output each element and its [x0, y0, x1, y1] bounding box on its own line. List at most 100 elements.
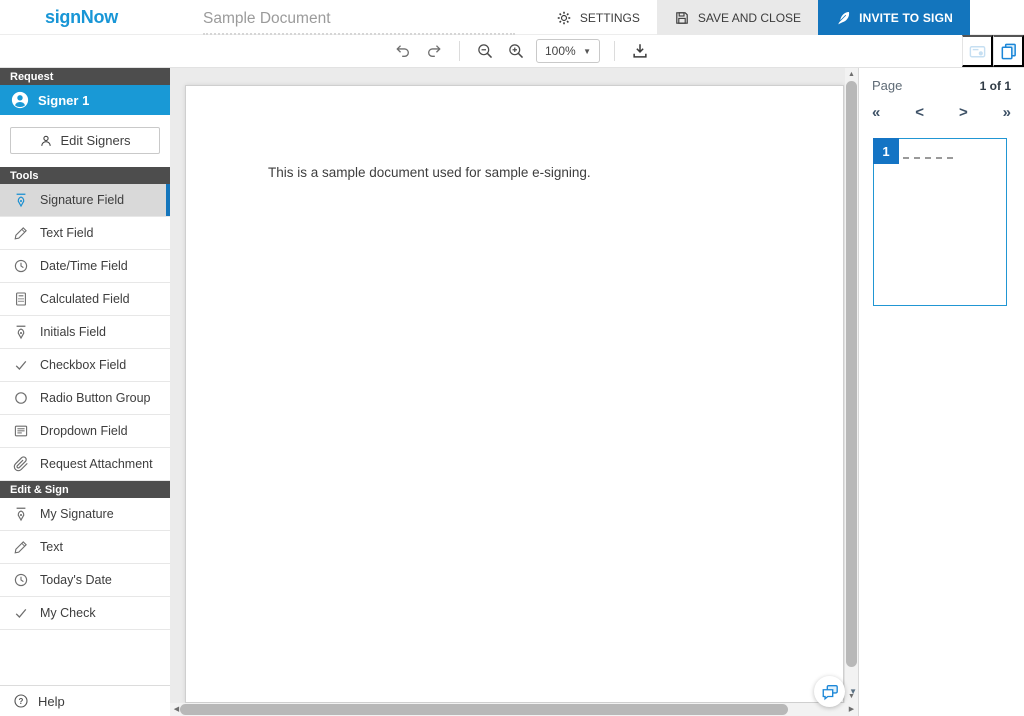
invite-to-sign-label: INVITE TO SIGN	[859, 11, 953, 25]
page-label: Page	[872, 78, 902, 93]
download-button[interactable]	[629, 40, 651, 62]
tools-sidebar: Request Signer 1 Edit Signers Tools Sign…	[0, 68, 170, 716]
tool-item-label: Request Attachment	[40, 457, 153, 471]
chat-icon	[821, 683, 839, 701]
tool-item-label: Text	[40, 540, 63, 554]
tool-item-checkbox-field[interactable]: Checkbox Field	[0, 349, 170, 382]
help-button[interactable]: ? Help	[0, 685, 170, 716]
tool-item-label: My Check	[40, 606, 96, 620]
signer-1-item[interactable]: Signer 1	[0, 85, 170, 115]
save-and-close-label: SAVE AND CLOSE	[698, 11, 801, 25]
tool-item-label: Date/Time Field	[40, 259, 128, 273]
edit-signers-button[interactable]: Edit Signers	[10, 127, 160, 154]
tool-item-label: My Signature	[40, 507, 114, 521]
page-navigation: « < > »	[859, 93, 1024, 122]
tool-item-initials-field[interactable]: Initials Field	[0, 316, 170, 349]
tools-section-header: Tools	[0, 167, 170, 184]
thumbnail-text-line	[903, 157, 953, 159]
tool-item-dropdown-field[interactable]: Dropdown Field	[0, 415, 170, 448]
edit-signers-wrap: Edit Signers	[0, 115, 170, 167]
gear-icon	[556, 10, 572, 26]
page-info-row: Page 1 of 1	[859, 68, 1024, 93]
scroll-right-arrow[interactable]: ▶	[845, 703, 858, 716]
editor-toolbar: 100% ▼	[0, 35, 1024, 68]
document-page[interactable]: This is a sample document used for sampl…	[185, 85, 844, 703]
clock-icon	[13, 258, 29, 274]
zoom-level-value: 100%	[545, 44, 576, 58]
toolbar-divider	[614, 41, 615, 61]
horizontal-scrollbar-thumb[interactable]	[180, 704, 788, 715]
tool-item-label: Radio Button Group	[40, 391, 151, 405]
pencil-icon	[13, 225, 29, 241]
toolbar-divider	[459, 41, 460, 61]
zoom-out-button[interactable]	[474, 40, 496, 62]
first-page-button[interactable]: «	[872, 104, 880, 122]
help-icon: ?	[13, 693, 29, 709]
pencil-icon	[13, 539, 29, 555]
tool-item-text[interactable]: Text	[0, 531, 170, 564]
radio-circle-icon	[13, 390, 29, 406]
vertical-scrollbar-thumb[interactable]	[846, 81, 857, 667]
tool-item-my-check[interactable]: My Check	[0, 597, 170, 630]
live-chat-button[interactable]	[814, 676, 845, 707]
edit-sign-section-header: Edit & Sign	[0, 481, 170, 498]
chat-collapse-caret[interactable]: ▼	[849, 687, 857, 696]
tool-item-my-signature[interactable]: My Signature	[0, 498, 170, 531]
settings-label: SETTINGS	[580, 11, 640, 25]
tool-item-signature-field[interactable]: Signature Field	[0, 184, 170, 217]
check-icon	[13, 605, 29, 621]
page-count: 1 of 1	[980, 79, 1011, 93]
document-canvas: This is a sample document used for sampl…	[170, 68, 858, 716]
undo-button[interactable]	[392, 40, 414, 62]
next-page-button[interactable]: >	[959, 104, 968, 122]
app-header: signNow Sample Document SETTINGS SAVE AN…	[0, 0, 1024, 35]
paperclip-icon	[13, 456, 29, 472]
save-and-close-button[interactable]: SAVE AND CLOSE	[657, 0, 818, 35]
page-thumbnail-1[interactable]: 1	[873, 138, 1007, 306]
toolbar-right-group	[962, 35, 1024, 67]
pages-panel-toggle-button[interactable]	[993, 35, 1024, 67]
document-text: This is a sample document used for sampl…	[268, 165, 591, 180]
user-icon	[39, 134, 53, 148]
user-circle-icon	[11, 91, 29, 109]
tool-item-request-attachment[interactable]: Request Attachment	[0, 448, 170, 481]
settings-button[interactable]: SETTINGS	[539, 0, 657, 35]
signature-nib-icon	[13, 192, 29, 208]
document-title-wrap: Sample Document	[203, 0, 515, 35]
svg-text:?: ?	[19, 697, 24, 706]
invite-to-sign-button[interactable]: INVITE TO SIGN	[818, 0, 970, 35]
tool-item-calculated-field[interactable]: Calculated Field	[0, 283, 170, 316]
document-title-input[interactable]: Sample Document	[203, 8, 515, 35]
tool-item-text-field[interactable]: Text Field	[0, 217, 170, 250]
document-properties-button[interactable]	[962, 35, 993, 67]
request-section-header: Request	[0, 68, 170, 85]
horizontal-scrollbar[interactable]: ◀ ▶	[170, 703, 858, 716]
header-actions: SETTINGS SAVE AND CLOSE INVITE TO SIGN	[539, 0, 970, 35]
pages-panel: Page 1 of 1 « < > » 1	[858, 68, 1024, 716]
edit-signers-label: Edit Signers	[60, 133, 130, 148]
help-label: Help	[38, 694, 65, 709]
tool-item-today-s-date[interactable]: Today's Date	[0, 564, 170, 597]
tool-item-label: Text Field	[40, 226, 94, 240]
zoom-in-button[interactable]	[505, 40, 527, 62]
vertical-scrollbar[interactable]: ▲ ▼	[845, 68, 858, 703]
tool-item-label: Initials Field	[40, 325, 106, 339]
tool-item-date-time-field[interactable]: Date/Time Field	[0, 250, 170, 283]
redo-button[interactable]	[423, 40, 445, 62]
app-logo[interactable]: signNow	[45, 0, 118, 35]
tool-item-label: Signature Field	[40, 193, 124, 207]
save-icon	[674, 10, 690, 26]
pages-panel-icon	[999, 42, 1018, 61]
tool-item-radio-button-group[interactable]: Radio Button Group	[0, 382, 170, 415]
tool-item-label: Calculated Field	[40, 292, 130, 306]
calculator-icon	[13, 291, 29, 307]
tool-item-label: Today's Date	[40, 573, 112, 587]
scroll-up-arrow[interactable]: ▲	[845, 68, 858, 81]
page-number-badge: 1	[873, 138, 899, 164]
toolbar-center-group: 100% ▼	[392, 35, 651, 67]
check-icon	[13, 357, 29, 373]
zoom-level-select[interactable]: 100% ▼	[536, 39, 600, 63]
last-page-button[interactable]: »	[1003, 104, 1011, 122]
previous-page-button[interactable]: <	[915, 104, 924, 122]
tools-list: Signature Field Text Field Date/Time Field…	[0, 184, 170, 481]
